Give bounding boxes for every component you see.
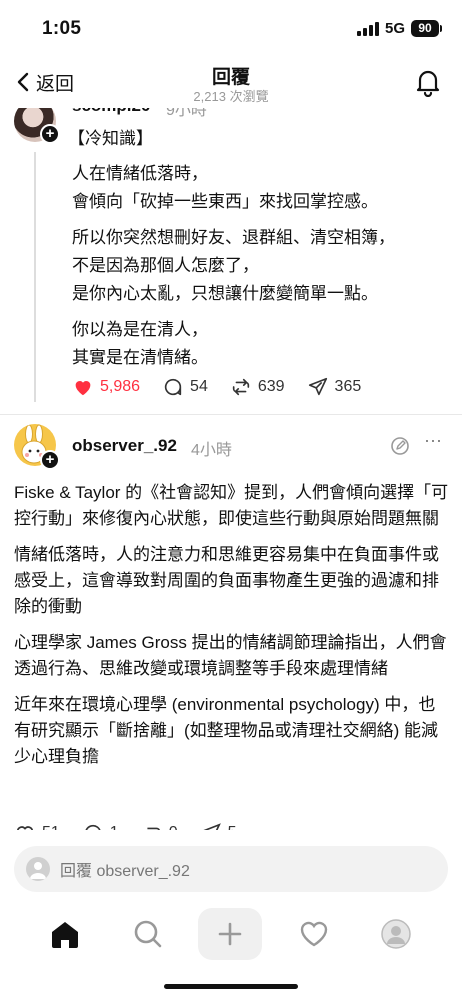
reply-input[interactable]: 回覆 observer_.92: [14, 846, 448, 892]
profile-avatar-icon: [26, 857, 50, 881]
like-count: 51: [42, 824, 60, 830]
home-indicator: [164, 984, 298, 989]
repost-button[interactable]: 0: [141, 822, 178, 830]
share-count: 365: [334, 378, 362, 395]
reply-username[interactable]: observer_.92: [72, 436, 177, 456]
reply-paragraph: 近年來在環境心理學 (environmental psychology) 中，也…: [14, 695, 439, 766]
post-actions: 5,986 54 639 365: [72, 376, 383, 398]
status-time: 1:05: [42, 18, 82, 39]
tab-bar: [0, 906, 462, 966]
comment-icon: [164, 378, 182, 396]
activity-tab[interactable]: [292, 912, 336, 956]
divider: [0, 414, 462, 415]
follow-plus-icon[interactable]: +: [40, 124, 60, 144]
repost-count: 0: [169, 824, 178, 830]
comment-button[interactable]: 54: [162, 376, 208, 398]
share-button[interactable]: 365: [307, 376, 362, 398]
plus-icon: [218, 922, 242, 946]
status-bar: 1:05 5G 90: [0, 0, 462, 56]
like-button[interactable]: 51: [14, 822, 60, 830]
like-button[interactable]: 5,986: [72, 376, 140, 398]
share-button[interactable]: 5: [200, 822, 237, 830]
original-post: + scompl20 9小時 ··· 【冷知識】 人在情緒低落時，會傾向「砍掉一…: [0, 96, 462, 410]
reply-placeholder: 回覆 observer_.92: [60, 863, 190, 880]
share-count: 5: [228, 824, 237, 830]
share-icon: [203, 823, 221, 830]
reply-post: + observer_.92 4小時 ··· Fiske & Taylor 的《…: [0, 424, 462, 830]
reply-time: 4小時: [191, 442, 232, 459]
reply-paragraph: 情緒低落時，人的注意力和思維更容易集中在負面事件或感受上，這會導致對周圍的負面事…: [14, 545, 439, 616]
edit-icon[interactable]: [390, 436, 410, 456]
battery-icon: 90: [411, 20, 442, 37]
follow-plus-icon[interactable]: +: [40, 450, 60, 470]
post-paragraph: 你以為是在清人， 其實是在清情緒。: [72, 320, 208, 367]
comment-icon: [85, 824, 101, 830]
heart-icon: [17, 826, 33, 830]
reply-actions: 51 1 0 5: [14, 822, 259, 830]
repost-count: 639: [257, 378, 285, 395]
top-nav: 返回 回覆 2,213 次瀏覽: [0, 56, 462, 108]
repost-icon: [147, 827, 160, 830]
profile-tab[interactable]: [374, 912, 418, 956]
repost-icon: [232, 378, 250, 396]
network-type: 5G: [385, 20, 406, 37]
reply-paragraph: Fiske & Taylor 的《社會認知》提到，人們會傾向選擇「可控行動」來修…: [14, 483, 449, 528]
activity-heart-icon: [300, 921, 328, 947]
post-paragraph: 人在情緒低落時， 會傾向「砍掉一些東西」來找回掌控感。: [72, 164, 378, 211]
reply-body: Fiske & Taylor 的《社會認知》提到，人們會傾向選擇「可控行動」來修…: [14, 480, 450, 780]
page-title: 回覆: [211, 67, 250, 88]
view-count: 2,213 次瀏覽: [193, 89, 269, 104]
profile-icon: [381, 919, 411, 949]
more-icon[interactable]: ···: [424, 430, 442, 451]
comment-button[interactable]: 1: [82, 822, 119, 830]
comment-count: 54: [190, 378, 208, 395]
thread-line: [34, 152, 36, 402]
repost-button[interactable]: 639: [230, 376, 285, 398]
search-tab[interactable]: [126, 912, 170, 956]
signal-icon: [357, 22, 379, 36]
post-tag: 【冷知識】: [68, 129, 153, 148]
share-icon: [308, 377, 327, 396]
bell-icon[interactable]: [414, 67, 442, 98]
compose-tab[interactable]: [198, 908, 262, 960]
post-paragraph: 所以你突然想刪好友、退群組、清空相簿， 不是因為那個人怎麼了， 是你內心太亂，只想讓…: [72, 228, 395, 303]
search-icon: [134, 920, 162, 948]
heart-icon: [75, 381, 91, 396]
comment-count: 1: [110, 824, 119, 830]
home-tab[interactable]: [43, 912, 87, 956]
home-icon: [52, 922, 78, 948]
post-body: 人在情緒低落時， 會傾向「砍掉一些東西」來找回掌控感。 所以你突然想刪好友、退群組…: [72, 160, 432, 380]
reply-paragraph: 心理學家 James Gross 提出的情緒調節理論指出，人們會透過行為、思維改…: [14, 633, 447, 678]
like-count: 5,986: [100, 378, 141, 395]
